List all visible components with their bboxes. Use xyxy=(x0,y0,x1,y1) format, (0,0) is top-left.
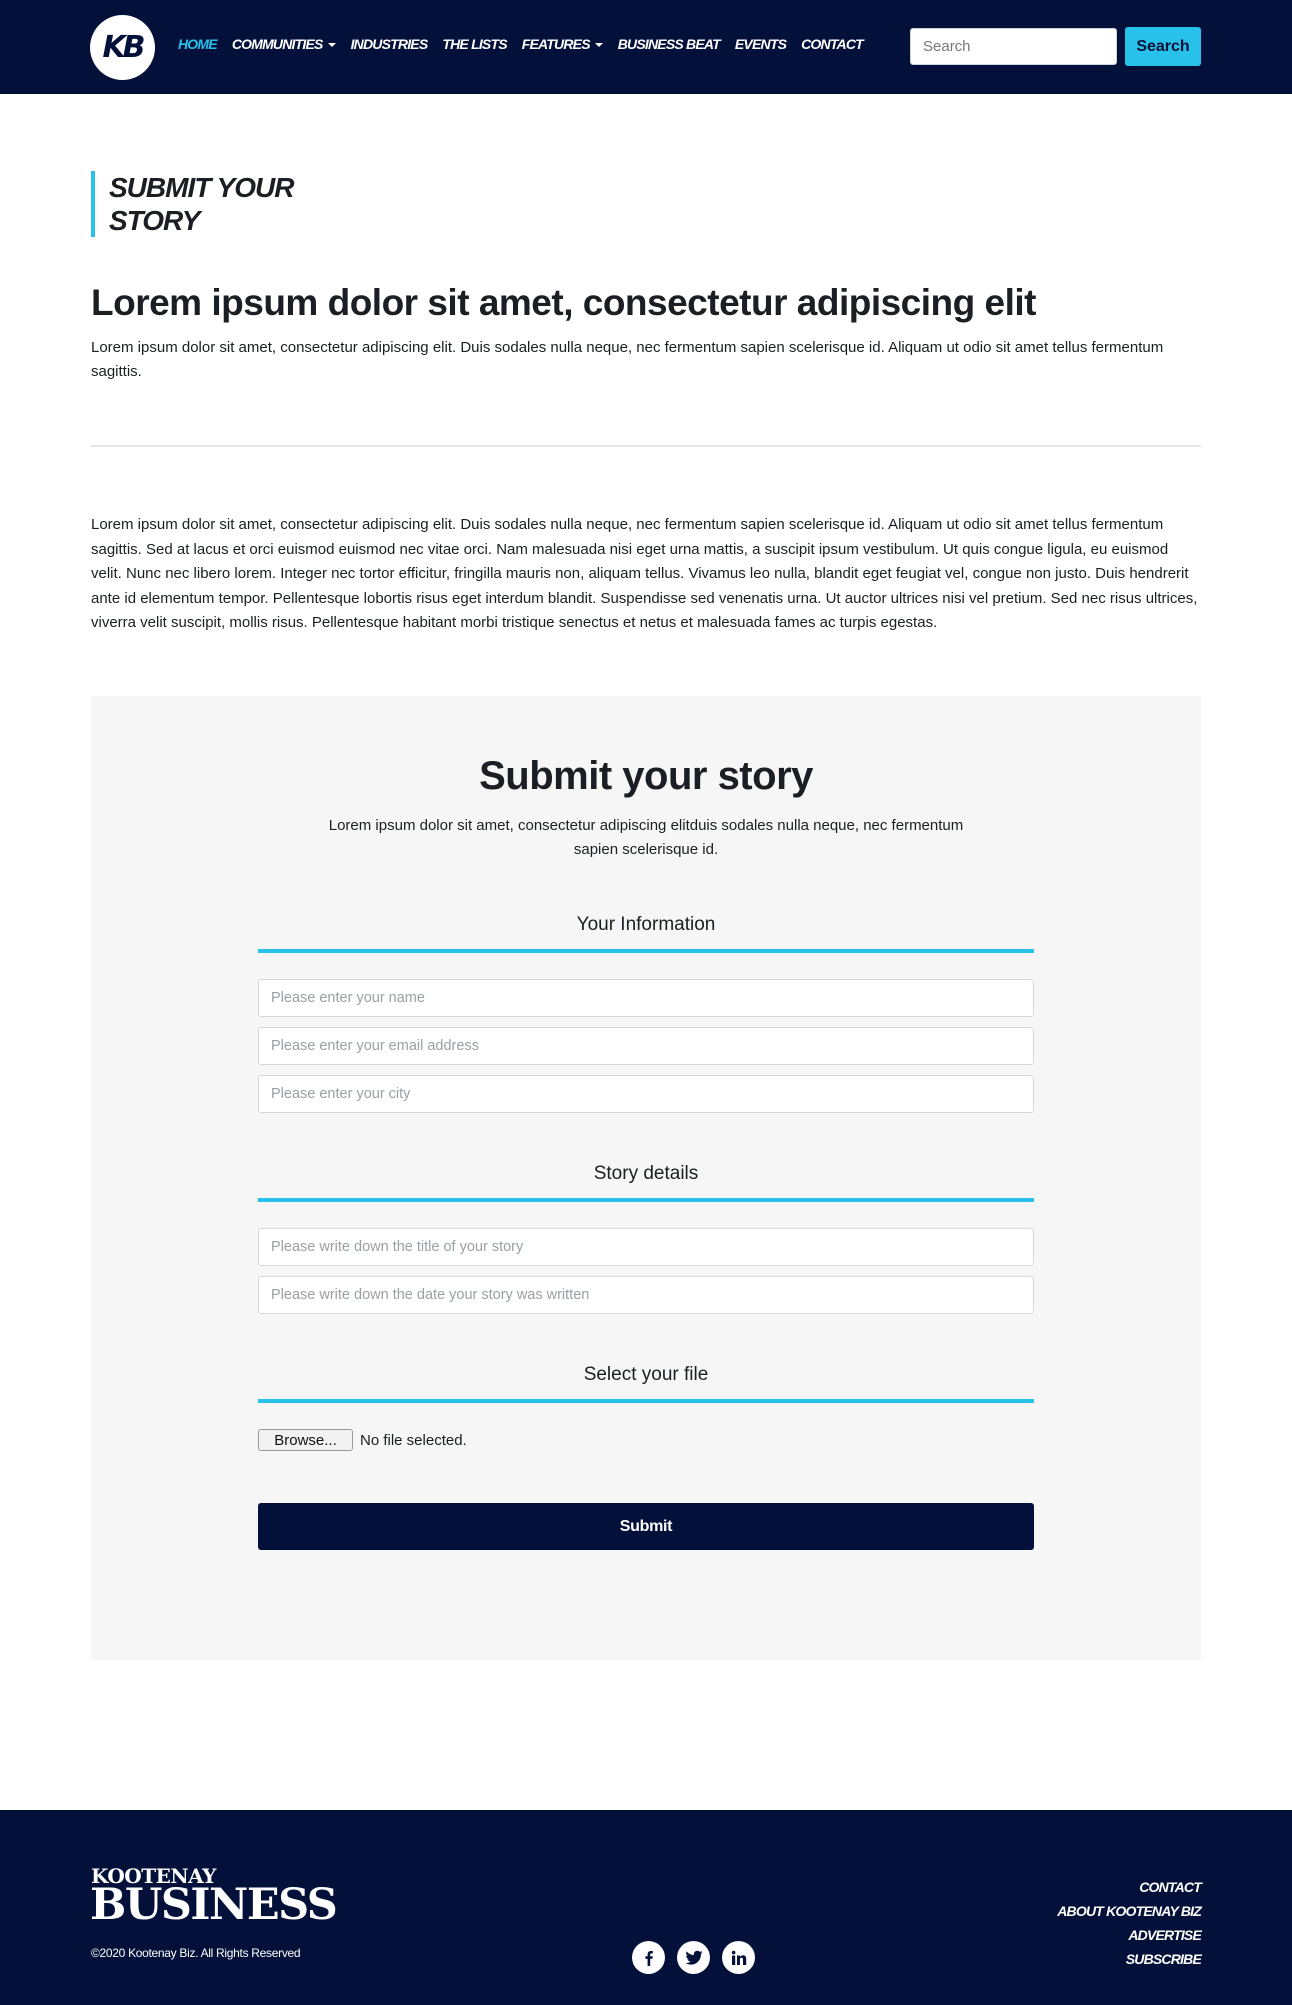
page-title: Lorem ipsum dolor sit amet, consectetur … xyxy=(91,282,1036,323)
nav-home[interactable]: HOME xyxy=(178,36,218,52)
facebook-icon[interactable] xyxy=(632,1941,665,1974)
footer-link-subscribe[interactable]: SUBSCRIBE xyxy=(1057,1947,1202,1971)
footer-link-advertise[interactable]: ADVERTISE xyxy=(1057,1923,1201,1947)
nav-business-beat[interactable]: BUSINESS BEAT xyxy=(617,36,721,52)
lead-paragraph: Lorem ipsum dolor sit amet, consectetur … xyxy=(91,339,1164,380)
section-label-your-information: Your Information xyxy=(576,914,716,935)
submit-button[interactable]: Submit xyxy=(258,1503,1034,1550)
file-picker: Browse... No file selected. xyxy=(258,1429,467,1451)
section-heading-line1: SUBMIT YOUR xyxy=(109,172,294,203)
twitter-icon[interactable] xyxy=(677,1941,710,1974)
footer-links: CONTACT ABOUT KOOTENAY BIZ ADVERTISE SUB… xyxy=(1057,1875,1202,1971)
copyright: ©2020 Kootenay Biz. All Rights Reserved xyxy=(91,1946,301,1960)
footer-link-about[interactable]: ABOUT KOOTENAY BIZ xyxy=(1057,1899,1202,1923)
browse-button[interactable]: Browse... xyxy=(258,1429,353,1451)
section-heading-line2: STORY xyxy=(109,205,200,236)
form-title: Submit your story xyxy=(479,754,813,798)
main-nav: HOME COMMUNITIES INDUSTRIES THE LISTS FE… xyxy=(178,36,864,52)
nav-label: THE LISTS xyxy=(442,36,507,52)
nav-industries[interactable]: INDUSTRIES xyxy=(350,36,429,52)
nav-label: HOME xyxy=(178,36,218,52)
story-title-field[interactable] xyxy=(258,1228,1034,1266)
submit-story-form: Submit your story Lorem ipsum dolor sit … xyxy=(91,696,1201,1660)
footer-brand-main: BUSINESS xyxy=(90,1880,338,1930)
linkedin-icon[interactable] xyxy=(722,1941,755,1974)
section-rule xyxy=(258,1198,1034,1202)
name-field[interactable] xyxy=(258,979,1034,1017)
nav-the-lists[interactable]: THE LISTS xyxy=(442,36,507,52)
email-field[interactable] xyxy=(258,1027,1034,1065)
footer: KOOTENAY BUSINESS ©2020 Kootenay Biz. Al… xyxy=(0,1810,1292,2005)
nav-communities[interactable]: COMMUNITIES xyxy=(232,36,336,52)
nav-label: FEATURES xyxy=(521,36,591,52)
footer-link-contact[interactable]: CONTACT xyxy=(1057,1875,1202,1899)
nav-features[interactable]: FEATURES xyxy=(522,36,603,52)
story-date-field[interactable] xyxy=(258,1276,1034,1314)
section-label-story-details: Story details xyxy=(593,1163,699,1184)
file-status: No file selected. xyxy=(360,1431,467,1449)
nav-label: INDUSTRIES xyxy=(350,36,429,52)
logo-text: KB xyxy=(102,30,145,65)
social-links xyxy=(632,1941,755,1974)
form-intro: Lorem ipsum dolor sit amet, consectetur … xyxy=(328,817,964,858)
section-heading: SUBMIT YOUR STORY xyxy=(91,171,294,237)
nav-events[interactable]: EVENTS xyxy=(734,36,787,52)
search-button[interactable]: Search xyxy=(1125,27,1201,66)
top-navbar: KB HOME COMMUNITIES INDUSTRIES THE LISTS… xyxy=(0,0,1292,94)
divider xyxy=(91,445,1201,447)
section-rule xyxy=(258,949,1034,953)
kb-logo[interactable]: KB xyxy=(90,15,155,80)
nav-label: CONTACT xyxy=(801,36,864,52)
nav-label: COMMUNITIES xyxy=(231,36,324,52)
nav-label: EVENTS xyxy=(734,36,787,52)
section-rule xyxy=(258,1399,1034,1403)
caret-down-icon xyxy=(594,42,603,47)
search-input[interactable] xyxy=(910,28,1117,65)
body-paragraph: Lorem ipsum dolor sit amet, consectetur … xyxy=(91,516,1198,631)
section-label-select-file: Select your file xyxy=(583,1364,709,1385)
nav-contact[interactable]: CONTACT xyxy=(801,36,864,52)
caret-down-icon xyxy=(327,42,336,47)
nav-label: BUSINESS BEAT xyxy=(617,36,721,52)
city-field[interactable] xyxy=(258,1075,1034,1113)
